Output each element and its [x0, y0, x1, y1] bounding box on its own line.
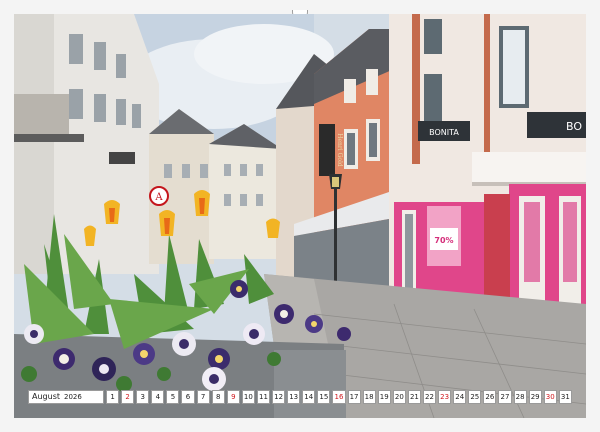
- day-cell: 2: [121, 390, 135, 404]
- street-scene: Henri Gold BONITA BO 70% A: [14, 14, 586, 418]
- bonita-sign-right: BO: [566, 120, 582, 133]
- day-cell: 24: [453, 390, 467, 404]
- day-cell: 17: [347, 390, 361, 404]
- day-cell: 23: [438, 390, 452, 404]
- day-cell: 29: [528, 390, 542, 404]
- month-name: August: [32, 392, 60, 401]
- street-photo: Henri Gold BONITA BO 70% A: [14, 14, 586, 418]
- day-cell: 20: [392, 390, 406, 404]
- vertical-shop-sign: Henri Gold: [336, 133, 343, 167]
- bonita-sign: BONITA: [429, 128, 459, 137]
- day-cell: 1: [106, 390, 120, 404]
- day-cell: 27: [498, 390, 512, 404]
- day-cell: 10: [241, 390, 255, 404]
- day-cell: 18: [362, 390, 376, 404]
- day-cell: 3: [136, 390, 150, 404]
- day-cell: 14: [302, 390, 316, 404]
- day-cell: 19: [377, 390, 391, 404]
- day-cell: 26: [483, 390, 497, 404]
- day-cell: 30: [543, 390, 557, 404]
- day-cell: 13: [287, 390, 301, 404]
- day-cell: 16: [332, 390, 346, 404]
- day-cells: 1 2 3 4 5 6 7 8 9 10 11 12 13 14 15 16 17 18 19 20 21 22 23 24 2…: [106, 390, 572, 404]
- calendar-strip: August 2026 1 2 3 4 5 6 7 8 9 10 11 12 13 14 15 16 17 18 19…: [28, 390, 572, 404]
- month-label: August 2026: [28, 390, 104, 404]
- day-cell: 21: [407, 390, 421, 404]
- sale-badge: 70%: [434, 236, 453, 245]
- day-cell: 8: [211, 390, 225, 404]
- day-cell: 25: [468, 390, 482, 404]
- calendar-page: Henri Gold BONITA BO 70% A August 2026 1…: [0, 0, 600, 432]
- day-cell: 22: [422, 390, 437, 404]
- day-cell: 28: [513, 390, 527, 404]
- year-label: 2026: [64, 393, 82, 401]
- day-cell: 4: [151, 390, 165, 404]
- day-cell: 12: [272, 390, 286, 404]
- day-cell: 6: [181, 390, 195, 404]
- day-cell: 9: [226, 390, 240, 404]
- day-cell: 11: [256, 390, 271, 404]
- day-cell: 7: [196, 390, 210, 404]
- pharmacy-sign-icon: A: [154, 192, 163, 203]
- day-cell: 31: [558, 390, 572, 404]
- day-cell: 15: [317, 390, 331, 404]
- day-cell: 5: [166, 390, 180, 404]
